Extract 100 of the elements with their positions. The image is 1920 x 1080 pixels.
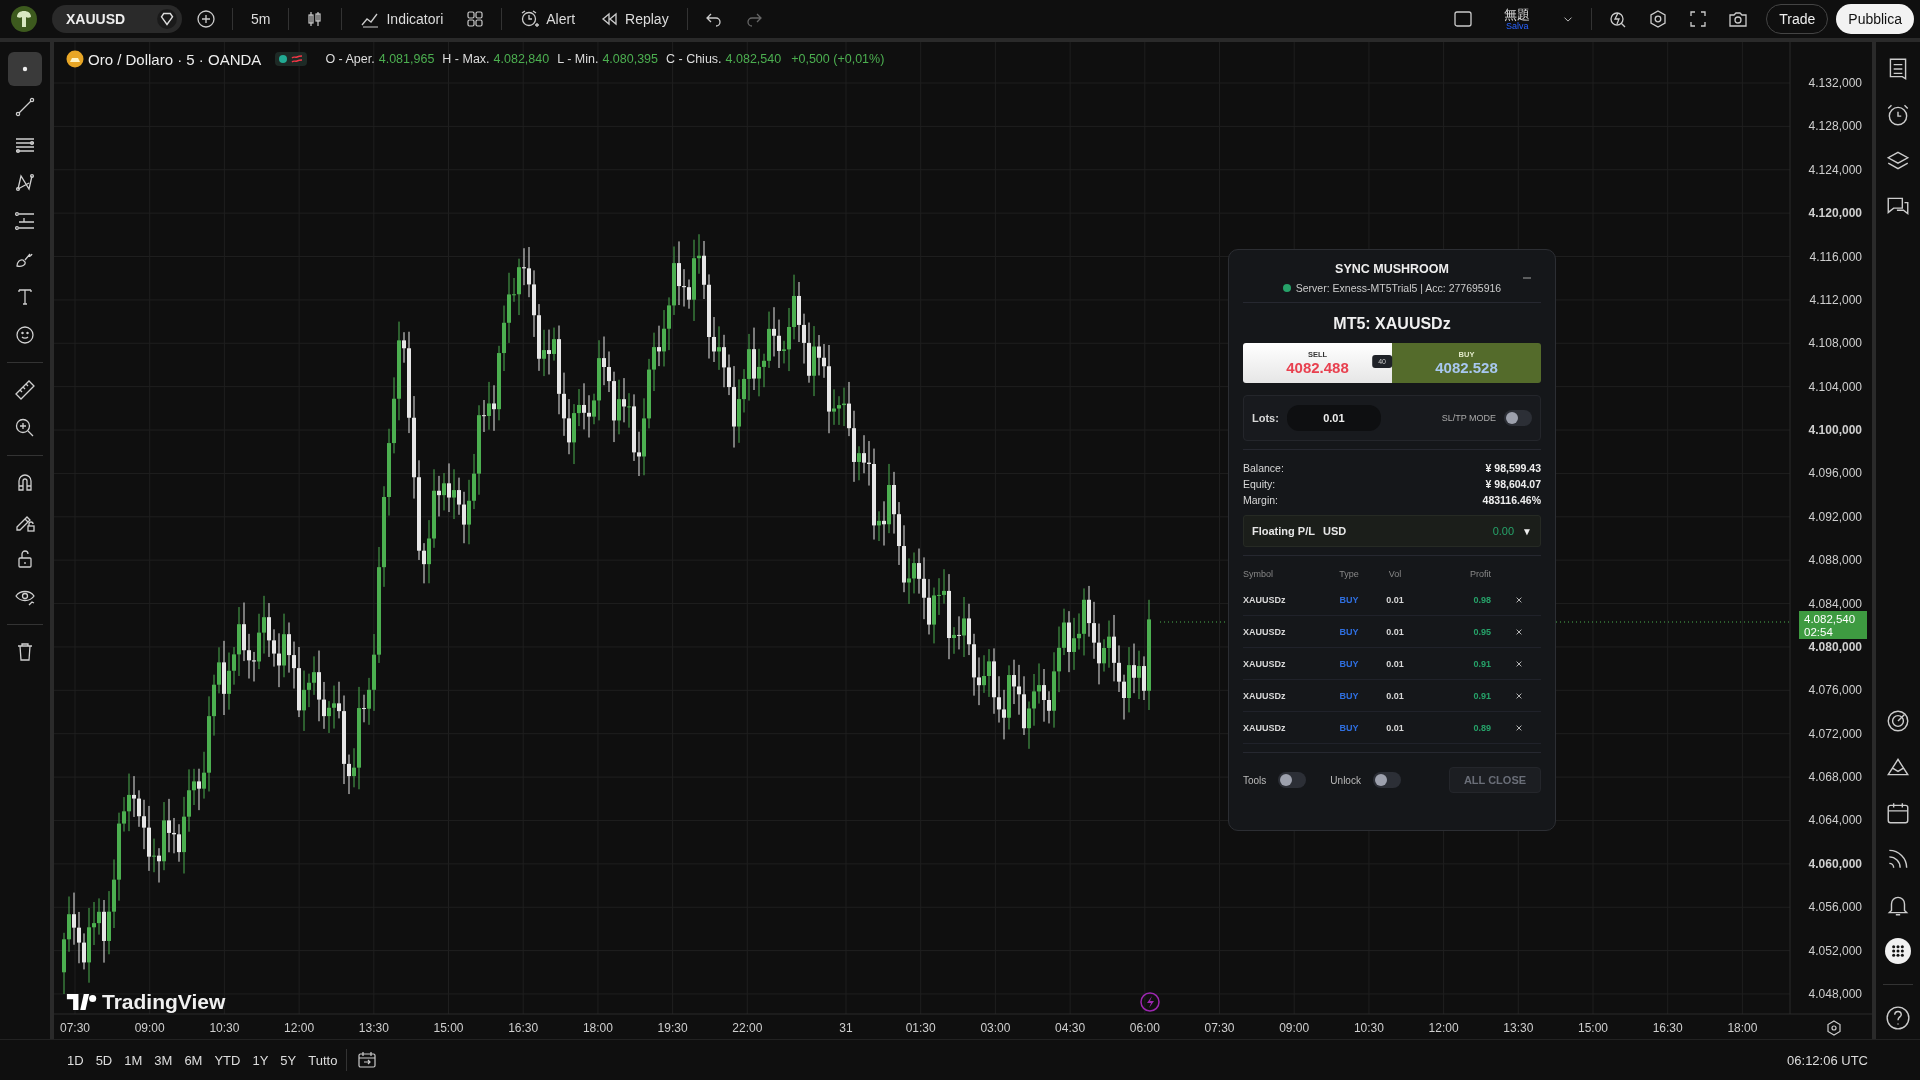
- save-link[interactable]: Salva: [1505, 21, 1529, 31]
- close-icon[interactable]: [1515, 595, 1523, 604]
- time-label: 19:30: [657, 1021, 688, 1035]
- alert-button[interactable]: Alert: [512, 5, 584, 33]
- settings-icon[interactable]: [1648, 9, 1669, 29]
- account-label: Margin:: [1243, 494, 1278, 506]
- tools-label: Tools: [1243, 774, 1267, 786]
- grid-icon[interactable]: [465, 9, 486, 29]
- price-change: +0,500 (+0,01%): [791, 52, 885, 66]
- settings-icon[interactable]: [1827, 1020, 1841, 1036]
- table-cell-text: BUY: [1338, 722, 1360, 733]
- sltp-toggle[interactable]: [1504, 410, 1532, 426]
- price-label: 4.048,000: [1808, 987, 1862, 1001]
- price-label: 4.108,000: [1808, 336, 1862, 351]
- account-label: Equity:: [1243, 478, 1276, 490]
- time-label: 09:00: [134, 1021, 165, 1035]
- price-label: 4.084,000: [1808, 596, 1862, 611]
- add-icon[interactable]: [196, 9, 216, 29]
- floating-value: 0.00: [1492, 525, 1515, 537]
- indicators-button[interactable]: Indicatori: [352, 5, 452, 33]
- symbol-heading: MT5: XAUUSDz: [1332, 315, 1452, 333]
- table-cell-text: 0.01: [1385, 658, 1405, 669]
- ohlc-label: H - Max.: [442, 52, 490, 66]
- range-button[interactable]: 5Y: [275, 1048, 302, 1072]
- price-label: 4.056,000: [1808, 900, 1862, 915]
- time-label: 16:30: [508, 1021, 539, 1035]
- publish-button[interactable]: Pubblica: [1836, 4, 1914, 34]
- table-cell-text: XAUUSDz: [1243, 658, 1287, 669]
- symbol-title[interactable]: Oro / Dollaro · 5 · OANDA: [88, 50, 262, 68]
- camera-icon[interactable]: [1728, 9, 1749, 29]
- column-header: Symbol: [1243, 569, 1274, 579]
- clock-text[interactable]: 06:12:06 UTC: [1787, 1052, 1868, 1068]
- table-cell-text: 0.01: [1385, 690, 1405, 701]
- fullscreen-icon[interactable]: [1688, 9, 1709, 29]
- range-button[interactable]: YTD: [209, 1048, 246, 1072]
- help-icon[interactable]: [1885, 1005, 1911, 1031]
- price-label: 4.096,000: [1808, 466, 1862, 481]
- layout-title[interactable]: 無題: [1504, 7, 1531, 21]
- price-label: 4.088,000: [1808, 553, 1862, 568]
- ohlc-value: 4.080,395: [602, 52, 658, 66]
- time-label: 13:30: [1503, 1021, 1534, 1035]
- time-label: 12:00: [284, 1021, 315, 1035]
- ohlc-label: L - Min.: [557, 52, 599, 66]
- close-icon[interactable]: [1515, 627, 1523, 636]
- price-label: 4.132,000: [1808, 76, 1862, 90]
- table-cell-text: 0.01: [1385, 722, 1405, 733]
- replay-button[interactable]: Replay: [591, 5, 677, 33]
- price-label: 4.064,000: [1808, 813, 1862, 828]
- lots-field[interactable]: 0.01: [1286, 405, 1381, 431]
- price-label: 4.120,000: [1808, 206, 1862, 221]
- time-label: 07:30: [1204, 1021, 1235, 1035]
- floating-pl-bar[interactable]: Floating P/L USD 0.00 ▼: [1243, 515, 1541, 547]
- table-cell-text: 0.91: [1472, 690, 1491, 701]
- price-label: 4.080,000: [1808, 639, 1862, 654]
- calendar-icon[interactable]: [1885, 800, 1911, 826]
- range-button[interactable]: Tutto: [303, 1048, 343, 1072]
- lots-label: Lots:: [1252, 412, 1279, 424]
- logo-icon[interactable]: [10, 5, 38, 33]
- time-label: 16:30: [1652, 1021, 1683, 1035]
- table-cell-text: 0.01: [1385, 594, 1405, 605]
- price-label: 4.128,000: [1808, 119, 1862, 134]
- time-label: 13:30: [358, 1021, 389, 1035]
- table-cell-text: BUY: [1338, 658, 1360, 669]
- close-icon[interactable]: [1515, 723, 1523, 732]
- symbol-search[interactable]: XAUUSD: [52, 5, 182, 33]
- range-button[interactable]: 1D: [62, 1048, 89, 1072]
- time-label: 10:30: [209, 1021, 240, 1035]
- time-label: 18:00: [1727, 1021, 1758, 1035]
- tools-toggle[interactable]: [1278, 772, 1307, 788]
- time-label: 04:30: [1055, 1021, 1086, 1035]
- target-icon[interactable]: [1885, 708, 1911, 734]
- table-cell-text: XAUUSDz: [1243, 626, 1287, 637]
- close-icon[interactable]: [1515, 659, 1523, 668]
- lightning-icon[interactable]: [1140, 992, 1160, 1012]
- apps-icon[interactable]: [1885, 938, 1911, 964]
- wave-icon: [291, 54, 304, 64]
- column-header: Type: [1338, 569, 1360, 579]
- panel-title: SYNC MUSHROOM: [1335, 262, 1449, 276]
- square-icon[interactable]: [1453, 9, 1474, 29]
- close-icon[interactable]: [1515, 691, 1523, 700]
- time-label: 10:30: [1353, 1021, 1384, 1035]
- range-button[interactable]: 1M: [119, 1048, 148, 1072]
- interval-button[interactable]: 5m: [243, 7, 279, 31]
- table-cell-text: 0.01: [1385, 626, 1405, 637]
- alarm-clock-icon[interactable]: [1885, 102, 1911, 128]
- range-button[interactable]: 1Y: [247, 1048, 274, 1072]
- ohlc-label: O - Aper.: [325, 52, 375, 66]
- unlock-toggle[interactable]: [1372, 772, 1401, 788]
- time-label: 22:00: [732, 1021, 763, 1035]
- dropdown-toggle[interactable]: ▼: [1522, 525, 1532, 537]
- minimize-icon[interactable]: [1523, 276, 1531, 280]
- time-label: 03:00: [980, 1021, 1011, 1035]
- ohlc-value: 4.082,540: [725, 52, 782, 66]
- time-label: 01:30: [905, 1021, 936, 1035]
- range-button[interactable]: 6M: [179, 1048, 208, 1072]
- calendar-range-icon[interactable]: [357, 1050, 378, 1070]
- market-status[interactable]: [275, 52, 308, 66]
- range-button[interactable]: 5D: [90, 1048, 118, 1072]
- range-button[interactable]: 3M: [149, 1048, 178, 1072]
- account-value: ¥ 98,599.43: [1485, 462, 1541, 474]
